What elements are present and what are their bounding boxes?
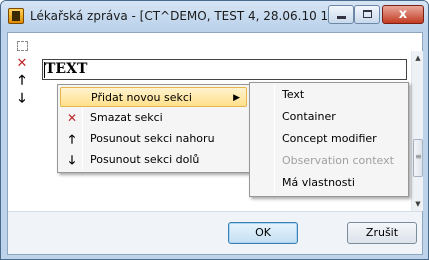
menu-item-label: Posunout sekci dolů (90, 153, 200, 166)
submenu-item-label: Má vlastnosti (282, 176, 355, 189)
submenu-item-container[interactable]: Container (252, 107, 406, 127)
report-window: Lékařská zpráva - [CT^DEMO, TEST 4, 28.0… (0, 0, 429, 260)
submenu-item-label: Observation context (282, 154, 394, 167)
cancel-button[interactable]: Zrušit (347, 222, 417, 244)
menu-item-delete-section[interactable]: ✕ Smazat sekci (60, 108, 247, 128)
close-icon: x (398, 7, 408, 22)
ok-button[interactable]: OK (228, 222, 298, 244)
menu-item-label: Posunout sekci nahoru (90, 132, 215, 145)
menu-item-move-down[interactable]: 🡓 Posunout sekci dolů (60, 150, 247, 170)
submenu-item-label: Text (282, 88, 305, 101)
move-down-icon[interactable]: 🡓 (15, 92, 29, 106)
submenu-arrow-icon: ▶ (233, 93, 240, 103)
submenu-item-text[interactable]: Text (252, 85, 406, 105)
window-title: Lékařská zpráva - [CT^DEMO, TEST 4, 28.0… (30, 9, 371, 23)
scroll-up-icon[interactable]: ▲ (413, 53, 423, 63)
delete-icon[interactable]: ✕ (15, 57, 29, 71)
menu-item-label: Přidat novou sekci (91, 91, 192, 104)
section-title: TEXT (45, 61, 88, 77)
submenu-item-observation-context: Observation context (252, 151, 406, 171)
submenu-item-concept-modifier[interactable]: Concept modifier (252, 129, 406, 149)
arrow-up-icon: 🡑 (68, 132, 76, 146)
submenu-item-label: Concept modifier (282, 132, 377, 145)
side-toolbar: ✕ 🡑 🡓 (8, 33, 38, 211)
app-icon (8, 8, 24, 24)
maximize-icon (363, 10, 372, 18)
submenu-item-has-properties[interactable]: Má vlastnosti (252, 173, 406, 193)
title-bar[interactable]: Lékařská zpráva - [CT^DEMO, TEST 4, 28.0… (1, 1, 428, 31)
select-icon[interactable] (17, 41, 28, 51)
menu-item-label: Smazat sekci (90, 111, 163, 124)
vertical-scrollbar[interactable]: ▲ ▼ (411, 51, 423, 211)
arrow-down-icon: 🡓 (68, 153, 76, 167)
close-button[interactable]: x (382, 5, 424, 24)
scroll-down-icon[interactable]: ▼ (413, 199, 423, 209)
move-up-icon[interactable]: 🡑 (15, 74, 29, 88)
menu-item-add-section[interactable]: Přidat novou sekci ▶ (60, 87, 247, 107)
scroll-thumb[interactable] (413, 139, 423, 177)
submenu-item-label: Container (282, 110, 336, 123)
dialog-footer: OK Zrušit (8, 211, 422, 254)
minimize-button[interactable] (328, 5, 354, 24)
minimize-icon (337, 16, 346, 19)
delete-icon: ✕ (66, 111, 78, 125)
maximize-button[interactable] (354, 5, 380, 24)
add-section-submenu: Text Container Concept modifier Observat… (249, 82, 409, 197)
section-field[interactable]: TEXT (42, 59, 407, 80)
context-menu: Přidat novou sekci ▶ ✕ Smazat sekci 🡑 Po… (57, 84, 250, 173)
menu-item-move-up[interactable]: 🡑 Posunout sekci nahoru (60, 129, 247, 149)
